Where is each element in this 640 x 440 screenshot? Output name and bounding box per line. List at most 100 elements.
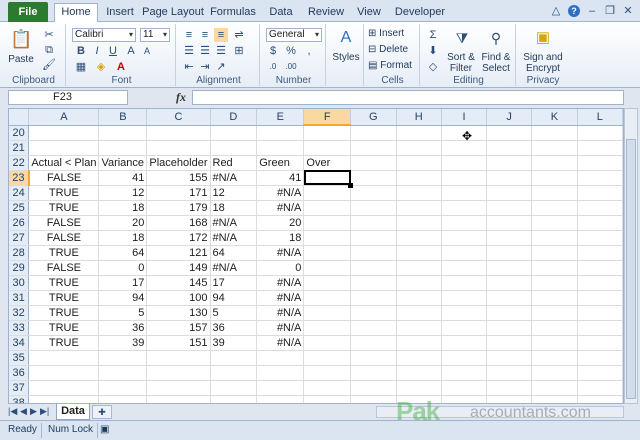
cell-g26[interactable]: [350, 215, 397, 231]
cell-h21[interactable]: [396, 140, 442, 156]
binoculars-icon[interactable]: ⚲: [486, 28, 506, 48]
cell-g27[interactable]: [350, 230, 397, 246]
cell-h31[interactable]: [396, 290, 442, 306]
tab-review[interactable]: Review: [306, 4, 346, 22]
cell-b22[interactable]: Variance: [98, 155, 148, 171]
cell-d37[interactable]: [210, 380, 258, 396]
cell-k38[interactable]: [531, 395, 578, 403]
cell-g34[interactable]: [350, 335, 397, 351]
cell-f37[interactable]: [303, 380, 352, 396]
cell-i33[interactable]: [441, 320, 488, 336]
column-header-h[interactable]: H: [396, 109, 442, 126]
cell-h25[interactable]: [396, 200, 442, 216]
cell-h35[interactable]: [396, 350, 442, 366]
cell-d20[interactable]: [210, 125, 258, 141]
cell-i37[interactable]: [441, 380, 488, 396]
cell-d32[interactable]: 5: [210, 305, 258, 321]
column-header-e[interactable]: E: [256, 109, 305, 126]
sign-encrypt-icon[interactable]: ▣: [532, 28, 554, 48]
cell-h26[interactable]: [396, 215, 442, 231]
minimize-icon[interactable]: –: [586, 5, 598, 17]
cell-b23[interactable]: 41: [98, 170, 148, 186]
cell-b30[interactable]: 17: [98, 275, 148, 291]
cell-i30[interactable]: [441, 275, 488, 291]
cell-g36[interactable]: [350, 365, 397, 381]
cell-j24[interactable]: [486, 185, 533, 201]
cell-i35[interactable]: [441, 350, 488, 366]
cell-d24[interactable]: 12: [210, 185, 258, 201]
cell-g31[interactable]: [350, 290, 397, 306]
select-all-corner[interactable]: [9, 109, 30, 126]
vertical-scroll-thumb[interactable]: [626, 139, 636, 399]
tab-developer[interactable]: Developer: [392, 4, 448, 22]
cell-e31[interactable]: #N/A: [256, 290, 305, 306]
cell-c22[interactable]: Placeholder: [146, 155, 211, 171]
cell-j31[interactable]: [486, 290, 533, 306]
cell-b37[interactable]: [98, 380, 148, 396]
row-header[interactable]: 24: [9, 185, 30, 201]
font-color-icon[interactable]: A: [114, 60, 128, 74]
currency-button[interactable]: $: [266, 44, 280, 58]
column-header-a[interactable]: A: [28, 109, 100, 126]
cell-l29[interactable]: [577, 260, 623, 276]
cell-c37[interactable]: [146, 380, 211, 396]
cell-c33[interactable]: 157: [146, 320, 211, 336]
cell-b25[interactable]: 18: [98, 200, 148, 216]
row-header[interactable]: 35: [9, 350, 30, 366]
cell-l33[interactable]: [577, 320, 623, 336]
cell-c34[interactable]: 151: [146, 335, 211, 351]
cell-k28[interactable]: [531, 245, 578, 261]
cell-d28[interactable]: 64: [210, 245, 258, 261]
cell-d22[interactable]: Red: [210, 155, 258, 171]
paste-icon[interactable]: 📋: [10, 28, 32, 50]
row-header[interactable]: 30: [9, 275, 30, 291]
cell-f29[interactable]: [303, 260, 352, 276]
cell-l25[interactable]: [577, 200, 623, 216]
cell-e33[interactable]: #N/A: [256, 320, 305, 336]
cell-e32[interactable]: #N/A: [256, 305, 305, 321]
cell-a28[interactable]: TRUE: [28, 245, 100, 261]
minimize-ribbon-icon[interactable]: △: [550, 5, 562, 17]
borders-icon[interactable]: ▦: [74, 60, 88, 74]
cell-e22[interactable]: Green: [256, 155, 305, 171]
cell-l22[interactable]: [577, 155, 623, 171]
cell-l24[interactable]: [577, 185, 623, 201]
row-header[interactable]: 28: [9, 245, 30, 261]
cell-b35[interactable]: [98, 350, 148, 366]
cell-k35[interactable]: [531, 350, 578, 366]
cell-b24[interactable]: 12: [98, 185, 148, 201]
cell-g22[interactable]: [350, 155, 397, 171]
cell-g23[interactable]: [350, 170, 397, 186]
column-header-d[interactable]: D: [210, 109, 258, 126]
tab-formulas[interactable]: Formulas: [208, 4, 258, 22]
cell-k30[interactable]: [531, 275, 578, 291]
row-header[interactable]: 21: [9, 140, 30, 156]
cell-k22[interactable]: [531, 155, 578, 171]
cell-k27[interactable]: [531, 230, 578, 246]
cell-k23[interactable]: [531, 170, 578, 186]
cell-i25[interactable]: [441, 200, 488, 216]
cell-a29[interactable]: FALSE: [28, 260, 100, 276]
cell-f21[interactable]: [303, 140, 352, 156]
insert-function-icon[interactable]: fx: [176, 90, 190, 105]
cell-l35[interactable]: [577, 350, 623, 366]
cell-c21[interactable]: [146, 140, 211, 156]
cell-f28[interactable]: [303, 245, 352, 261]
align-middle-icon[interactable]: ≡: [198, 28, 212, 42]
cell-d26[interactable]: #N/A: [210, 215, 258, 231]
name-box[interactable]: F23: [8, 90, 128, 105]
merge-center-icon[interactable]: ⊞: [232, 44, 246, 58]
cell-l37[interactable]: [577, 380, 623, 396]
fill-color-icon[interactable]: ◈: [94, 60, 108, 74]
cell-l32[interactable]: [577, 305, 623, 321]
find-select-button[interactable]: Find & Select: [478, 52, 514, 74]
cell-c38[interactable]: [146, 395, 211, 403]
cell-a27[interactable]: FALSE: [28, 230, 100, 246]
cell-j33[interactable]: [486, 320, 533, 336]
cell-f23[interactable]: [303, 170, 353, 187]
cell-b38[interactable]: [98, 395, 148, 403]
cell-c30[interactable]: 145: [146, 275, 211, 291]
format-painter-icon[interactable]: 🖌: [42, 58, 56, 72]
row-header[interactable]: 25: [9, 200, 30, 216]
cell-d29[interactable]: #N/A: [210, 260, 258, 276]
